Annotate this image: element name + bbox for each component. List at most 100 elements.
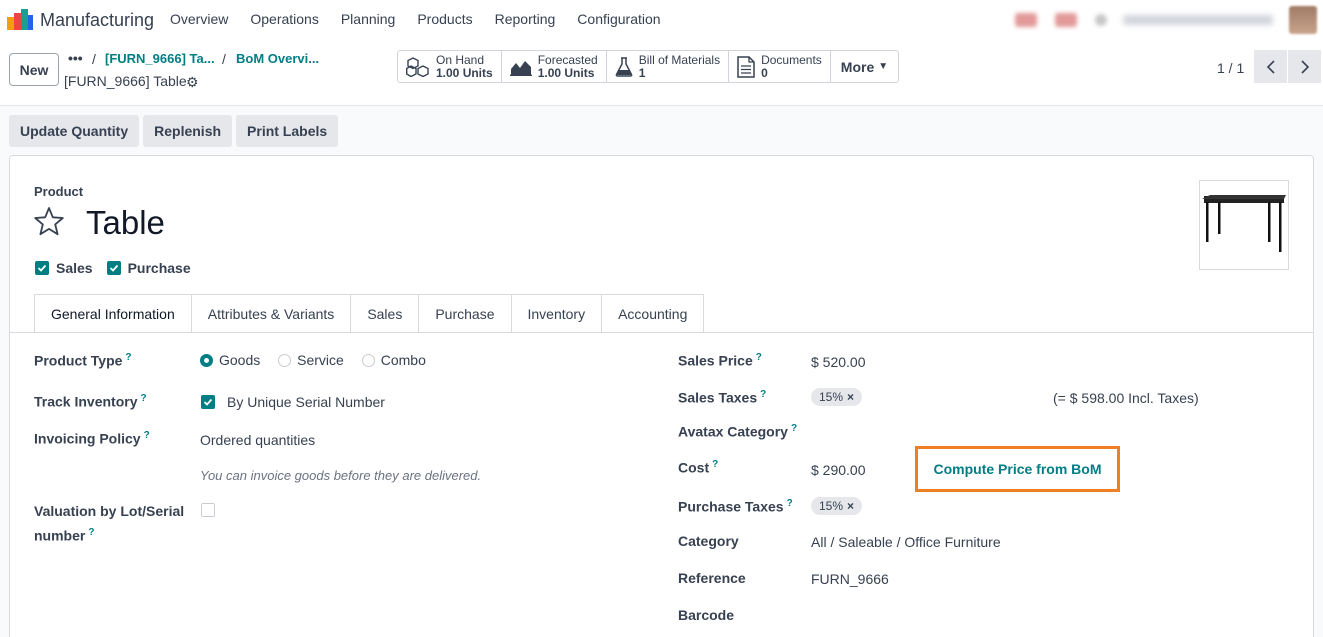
- help-icon[interactable]: ?: [88, 527, 94, 538]
- gear-icon[interactable]: ⚙: [186, 74, 199, 91]
- menu-operations[interactable]: Operations: [250, 11, 318, 27]
- sales-checkbox-label: Sales: [56, 260, 93, 276]
- on-hand-button[interactable]: On Hand 1.00 Units: [398, 51, 502, 82]
- update-quantity-button[interactable]: Update Quantity: [9, 115, 140, 147]
- tab-sales[interactable]: Sales: [351, 294, 420, 333]
- product-type-label: Product Type?: [34, 352, 132, 369]
- form-sheet: Product Table Sales Purchase General Inf…: [9, 155, 1314, 637]
- documents-button[interactable]: Documents 0: [729, 51, 831, 82]
- help-icon[interactable]: ?: [141, 393, 147, 404]
- sales-price-input[interactable]: $ 520.00: [811, 354, 866, 370]
- radio-combo[interactable]: [361, 354, 375, 367]
- product-image[interactable]: [1199, 180, 1289, 270]
- avatax-category-label: Avatax Category?: [678, 423, 797, 440]
- track-inventory-checkbox[interactable]: [201, 395, 215, 409]
- tab-inventory[interactable]: Inventory: [511, 294, 603, 333]
- breadcrumb-product-link[interactable]: [FURN_9666] Ta...: [105, 51, 215, 66]
- new-button[interactable]: New: [9, 53, 59, 86]
- forecasted-label: Forecasted: [537, 52, 598, 67]
- replenish-button[interactable]: Replenish: [143, 115, 233, 147]
- radio-service-label: Service: [297, 352, 344, 368]
- product-name[interactable]: Table: [86, 204, 165, 242]
- sales-taxes-label-text: Sales Taxes: [678, 389, 758, 406]
- remove-tag-icon[interactable]: ×: [847, 390, 854, 404]
- invoicing-policy-select[interactable]: Ordered quantities: [200, 432, 315, 448]
- on-hand-value: 1.00 Units: [436, 65, 493, 80]
- breadcrumb-bom-overview-link[interactable]: BoM Overvi...: [236, 51, 319, 66]
- action-bar: Update Quantity Replenish Print Labels: [9, 115, 339, 147]
- cost-input[interactable]: $ 290.00: [811, 462, 866, 478]
- valuation-checkbox[interactable]: [201, 503, 215, 517]
- systray-messages-icon[interactable]: [1055, 13, 1077, 27]
- help-icon[interactable]: ?: [125, 352, 131, 363]
- compute-price-highlight: Compute Price from BoM: [915, 446, 1120, 492]
- table-image: [1202, 195, 1286, 252]
- tab-general-information[interactable]: General Information: [34, 294, 192, 333]
- company-switcher[interactable]: [1123, 15, 1273, 25]
- area-chart-icon: [509, 60, 532, 76]
- more-button[interactable]: More ▼: [831, 51, 898, 82]
- help-icon[interactable]: ?: [144, 430, 150, 441]
- breadcrumb-more[interactable]: •••: [68, 50, 83, 66]
- caret-down-icon: ▼: [878, 61, 889, 72]
- pager-value[interactable]: 1 / 1: [1217, 60, 1244, 76]
- menu-overview[interactable]: Overview: [170, 11, 228, 27]
- reference-input[interactable]: FURN_9666: [811, 571, 889, 587]
- help-icon[interactable]: ?: [760, 389, 766, 400]
- radio-goods[interactable]: [200, 354, 213, 367]
- tax-badge: 15% ×: [811, 388, 863, 406]
- main-menu: Overview Operations Planning Products Re…: [170, 11, 683, 27]
- purchase-taxes-field[interactable]: 15% ×: [811, 497, 863, 515]
- menu-reporting[interactable]: Reporting: [495, 11, 556, 27]
- systray-activity-icon[interactable]: [1015, 13, 1037, 27]
- breadcrumb-separator: /: [92, 51, 96, 67]
- tracking-type-select[interactable]: By Unique Serial Number: [227, 394, 385, 410]
- smart-buttons: On Hand 1.00 Units Forecasted 1.00 Units…: [397, 50, 900, 83]
- chevron-right-icon: [1300, 59, 1309, 74]
- star-icon[interactable]: [33, 206, 65, 237]
- check-icon: [203, 398, 213, 406]
- barcode-label: Barcode: [678, 607, 735, 623]
- help-icon[interactable]: ?: [712, 459, 718, 470]
- more-label: More: [840, 58, 875, 75]
- tab-accounting[interactable]: Accounting: [602, 294, 705, 333]
- forecasted-button[interactable]: Forecasted 1.00 Units: [502, 51, 607, 82]
- sale-purchase-checkboxes: Sales Purchase: [35, 260, 205, 276]
- track-inventory-label: Track Inventory?: [34, 393, 147, 410]
- print-labels-button[interactable]: Print Labels: [236, 115, 339, 147]
- sales-checkbox[interactable]: [35, 261, 49, 275]
- help-icon[interactable]: ?: [791, 423, 797, 434]
- compute-price-from-bom-button[interactable]: Compute Price from BoM: [933, 461, 1101, 477]
- radio-combo-label: Combo: [380, 352, 426, 368]
- menu-planning[interactable]: Planning: [341, 11, 396, 27]
- sales-taxes-field[interactable]: 15% ×: [811, 388, 863, 406]
- document-icon: [737, 55, 755, 78]
- category-select[interactable]: All / Saleable / Office Furniture: [811, 534, 1001, 550]
- tab-purchase[interactable]: Purchase: [419, 294, 512, 333]
- purchase-taxes-label: Purchase Taxes?: [678, 498, 793, 515]
- systray-clock-icon[interactable]: [1095, 14, 1107, 26]
- top-navbar: Manufacturing Overview Operations Planni…: [0, 0, 1323, 40]
- pager-next-button[interactable]: [1288, 50, 1321, 83]
- app-name[interactable]: Manufacturing: [40, 10, 154, 31]
- user-avatar[interactable]: [1289, 6, 1317, 34]
- control-panel: New ••• / [FURN_9666] Ta... / BoM Overvi…: [0, 40, 1323, 106]
- bom-value: 1: [638, 65, 646, 80]
- menu-configuration[interactable]: Configuration: [577, 11, 660, 27]
- radio-goods-label: Goods: [219, 352, 261, 368]
- bill-of-materials-button[interactable]: Bill of Materials 1: [607, 51, 730, 82]
- valuation-label-line2: number: [34, 527, 86, 544]
- help-icon[interactable]: ?: [787, 498, 793, 509]
- menu-products[interactable]: Products: [417, 11, 472, 27]
- pager-previous-button[interactable]: [1254, 50, 1287, 83]
- purchase-checkbox[interactable]: [106, 261, 121, 275]
- tax-badge-label: 15%: [819, 390, 844, 404]
- manufacturing-app-icon[interactable]: [7, 9, 33, 31]
- tab-attributes-variants[interactable]: Attributes & Variants: [191, 294, 352, 333]
- invoicing-policy-label: Invoicing Policy?: [34, 430, 150, 447]
- form-tabs: General Information Attributes & Variant…: [34, 294, 705, 333]
- remove-tag-icon[interactable]: ×: [847, 499, 854, 513]
- category-label: Category: [678, 533, 739, 549]
- help-icon[interactable]: ?: [756, 352, 762, 363]
- radio-service[interactable]: [278, 354, 292, 367]
